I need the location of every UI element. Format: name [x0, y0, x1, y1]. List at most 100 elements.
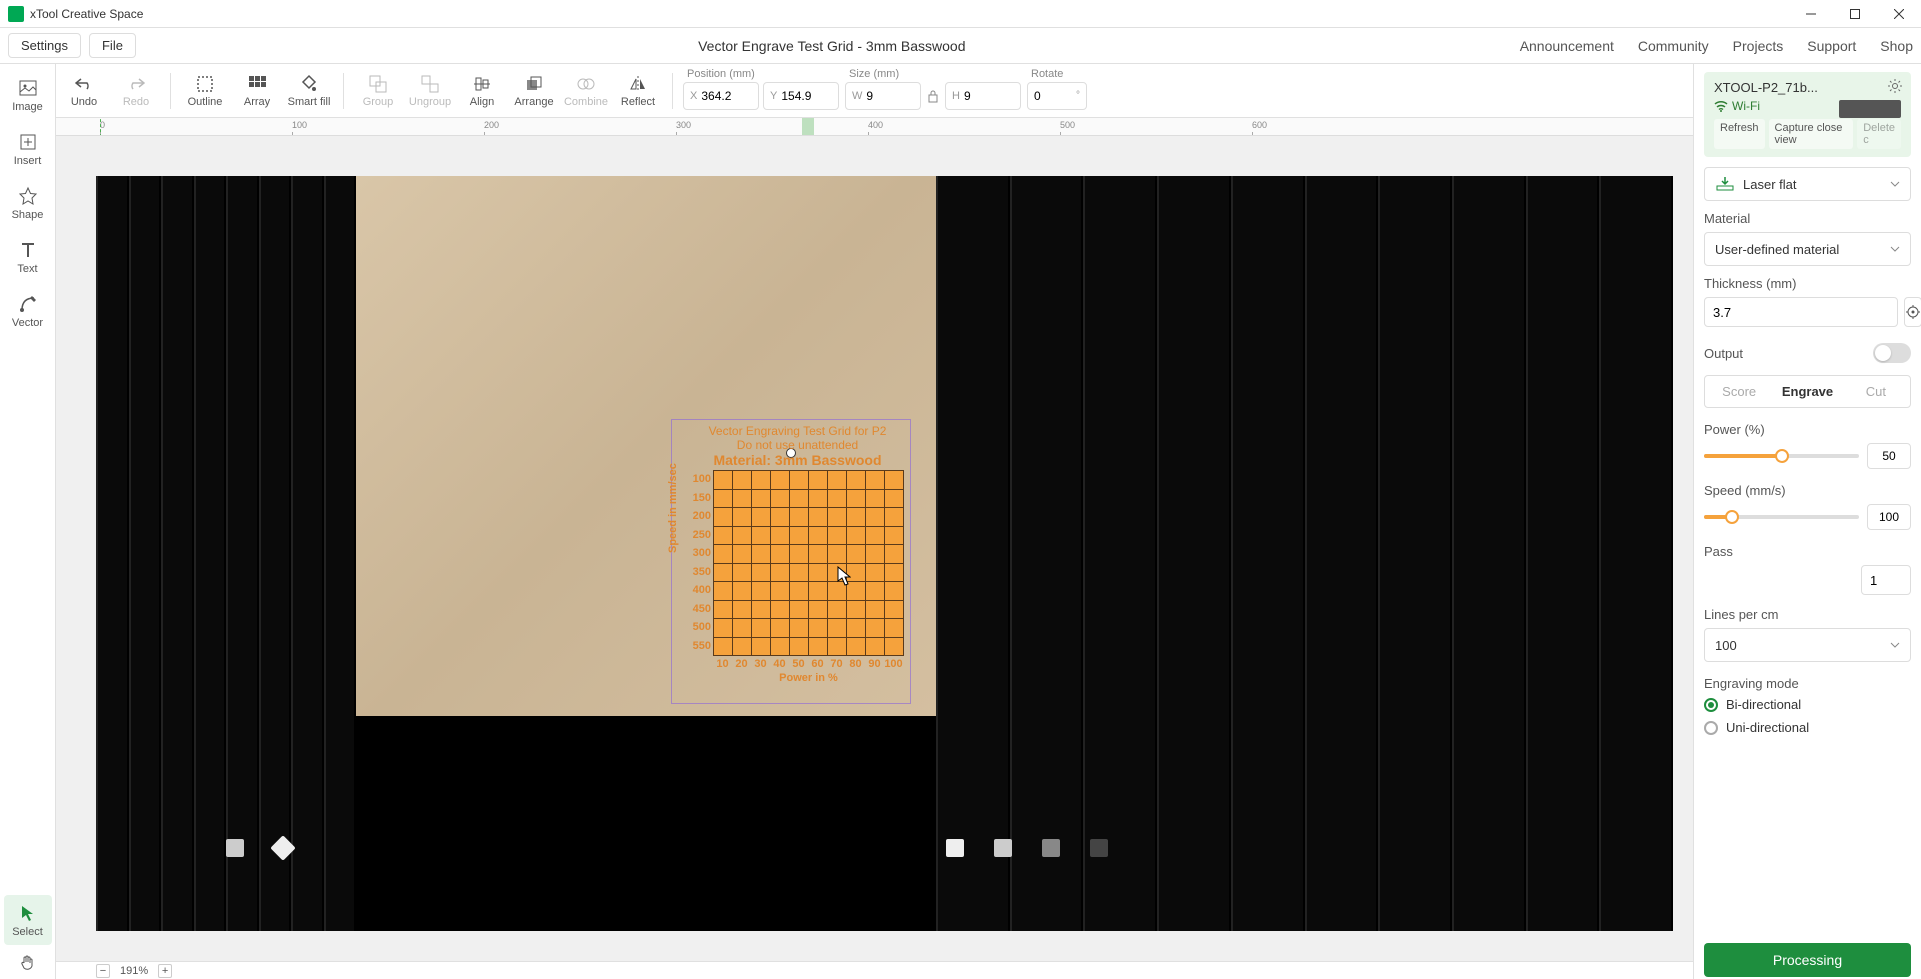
redo-button[interactable]: Redo	[112, 67, 160, 115]
align-icon	[472, 74, 492, 94]
bidirectional-radio[interactable]: Bi-directional	[1704, 697, 1911, 712]
window-minimize-button[interactable]	[1797, 4, 1825, 24]
unidirectional-radio[interactable]: Uni-directional	[1704, 720, 1911, 735]
tab-score[interactable]: Score	[1705, 376, 1773, 407]
window-close-button[interactable]	[1885, 4, 1913, 24]
right-panel: XTOOL-P2_71b... Wi-Fi Refresh Capture cl…	[1693, 64, 1921, 979]
select-icon	[17, 902, 39, 924]
shop-link[interactable]: Shop	[1880, 38, 1913, 54]
settings-button[interactable]: Settings	[8, 33, 81, 58]
arrange-icon	[524, 74, 544, 94]
shape-icon	[17, 185, 39, 207]
rotate-input[interactable]: °	[1027, 82, 1087, 110]
announcement-link[interactable]: Announcement	[1520, 38, 1614, 54]
community-link[interactable]: Community	[1638, 38, 1709, 54]
text-tool[interactable]: Text	[4, 232, 52, 282]
tab-cut[interactable]: Cut	[1842, 376, 1910, 407]
position-x-input[interactable]: X	[683, 82, 759, 110]
output-label: Output	[1704, 346, 1743, 361]
refresh-button[interactable]: Refresh	[1714, 119, 1765, 149]
app-title: xTool Creative Space	[30, 7, 1797, 21]
chevron-down-icon	[1890, 642, 1900, 648]
laser-flat-icon	[1715, 174, 1735, 194]
align-button[interactable]: Align	[458, 67, 506, 115]
processing-mode-select[interactable]: Laser flat	[1704, 167, 1911, 201]
left-sidebar: Image Insert Shape Text Vector Select	[0, 64, 56, 979]
shape-tool[interactable]: Shape	[4, 178, 52, 228]
thickness-input[interactable]	[1704, 297, 1898, 327]
combine-button[interactable]: Combine	[562, 67, 610, 115]
vector-tool[interactable]: Vector	[4, 286, 52, 336]
insert-tool[interactable]: Insert	[4, 124, 52, 174]
power-slider[interactable]	[1704, 454, 1859, 458]
grid-x-labels: 102030405060708090100	[713, 658, 904, 670]
material-label: Material	[1704, 211, 1911, 226]
smartfill-button[interactable]: Smart fill	[285, 67, 333, 115]
speed-value-input[interactable]	[1867, 504, 1911, 530]
capture-button[interactable]: Capture close view	[1769, 119, 1854, 149]
outline-button[interactable]: Outline	[181, 67, 229, 115]
chevron-down-icon	[1890, 246, 1900, 252]
chevron-down-icon	[1890, 181, 1900, 187]
zoom-out-button[interactable]: −	[96, 964, 110, 978]
support-link[interactable]: Support	[1807, 38, 1856, 54]
group-button[interactable]: Group	[354, 67, 402, 115]
size-w-input[interactable]: W	[845, 82, 921, 110]
pass-label: Pass	[1704, 544, 1911, 559]
size-h-input[interactable]: H	[945, 82, 1021, 110]
engraving-mode-label: Engraving mode	[1704, 676, 1911, 691]
thickness-label: Thickness (mm)	[1704, 276, 1911, 291]
array-icon	[247, 74, 267, 94]
material-select[interactable]: User-defined material	[1704, 232, 1911, 266]
hand-tool[interactable]	[4, 949, 52, 979]
device-card: XTOOL-P2_71b... Wi-Fi Refresh Capture cl…	[1704, 72, 1911, 157]
size-label: Size (mm)	[849, 68, 1021, 80]
power-label: Power (%)	[1704, 422, 1911, 437]
ungroup-button[interactable]: Ungroup	[406, 67, 454, 115]
rotate-label: Rotate	[1031, 68, 1087, 80]
operation-tabs: Score Engrave Cut	[1704, 375, 1911, 408]
ruler-horizontal: 0100200300400500600	[56, 118, 1693, 136]
processing-button[interactable]: Processing	[1704, 943, 1911, 977]
image-icon	[17, 77, 39, 99]
undo-button[interactable]: Undo	[60, 67, 108, 115]
pass-input[interactable]	[1861, 565, 1911, 595]
select-tool[interactable]: Select	[4, 895, 52, 945]
position-y-input[interactable]: Y	[763, 82, 839, 110]
grid-title-1: Vector Engraving Test Grid for P2	[691, 424, 904, 438]
arrange-button[interactable]: Arrange	[510, 67, 558, 115]
autofocus-button[interactable]	[1904, 297, 1921, 327]
device-settings-icon[interactable]	[1887, 78, 1903, 97]
output-toggle[interactable]	[1873, 343, 1911, 363]
undo-icon	[74, 74, 94, 94]
image-tool[interactable]: Image	[4, 70, 52, 120]
window-maximize-button[interactable]	[1841, 4, 1869, 24]
grid-title-3: Material: 3mm Basswood	[691, 452, 904, 468]
lock-aspect-icon[interactable]	[925, 88, 941, 104]
test-grid-cells	[713, 470, 904, 656]
delete-capture-button[interactable]: Delete c	[1857, 119, 1901, 149]
grid-x-axis-label: Power in %	[713, 672, 904, 684]
canvas[interactable]: Vector Engraving Test Grid for P2 Do not…	[56, 136, 1693, 961]
document-title: Vector Engrave Test Grid - 3mm Basswood	[144, 38, 1520, 54]
speed-slider[interactable]	[1704, 515, 1859, 519]
file-button[interactable]: File	[89, 33, 136, 58]
lines-select[interactable]: 100	[1704, 628, 1911, 662]
reflect-button[interactable]: Reflect	[614, 67, 662, 115]
vector-icon	[17, 293, 39, 315]
zoom-level: 191%	[120, 965, 148, 977]
redo-icon	[126, 74, 146, 94]
toolbar: Undo Redo Outline Array Smart fill Group…	[0, 64, 1921, 118]
combine-icon	[576, 74, 596, 94]
array-button[interactable]: Array	[233, 67, 281, 115]
tab-engrave[interactable]: Engrave	[1773, 376, 1841, 407]
ungroup-icon	[420, 74, 440, 94]
wifi-icon	[1714, 100, 1728, 112]
group-icon	[368, 74, 388, 94]
projects-link[interactable]: Projects	[1733, 38, 1784, 54]
device-image	[1839, 100, 1901, 118]
speed-label: Speed (mm/s)	[1704, 483, 1911, 498]
power-value-input[interactable]	[1867, 443, 1911, 469]
zoom-in-button[interactable]: +	[158, 964, 172, 978]
reflect-icon	[628, 74, 648, 94]
